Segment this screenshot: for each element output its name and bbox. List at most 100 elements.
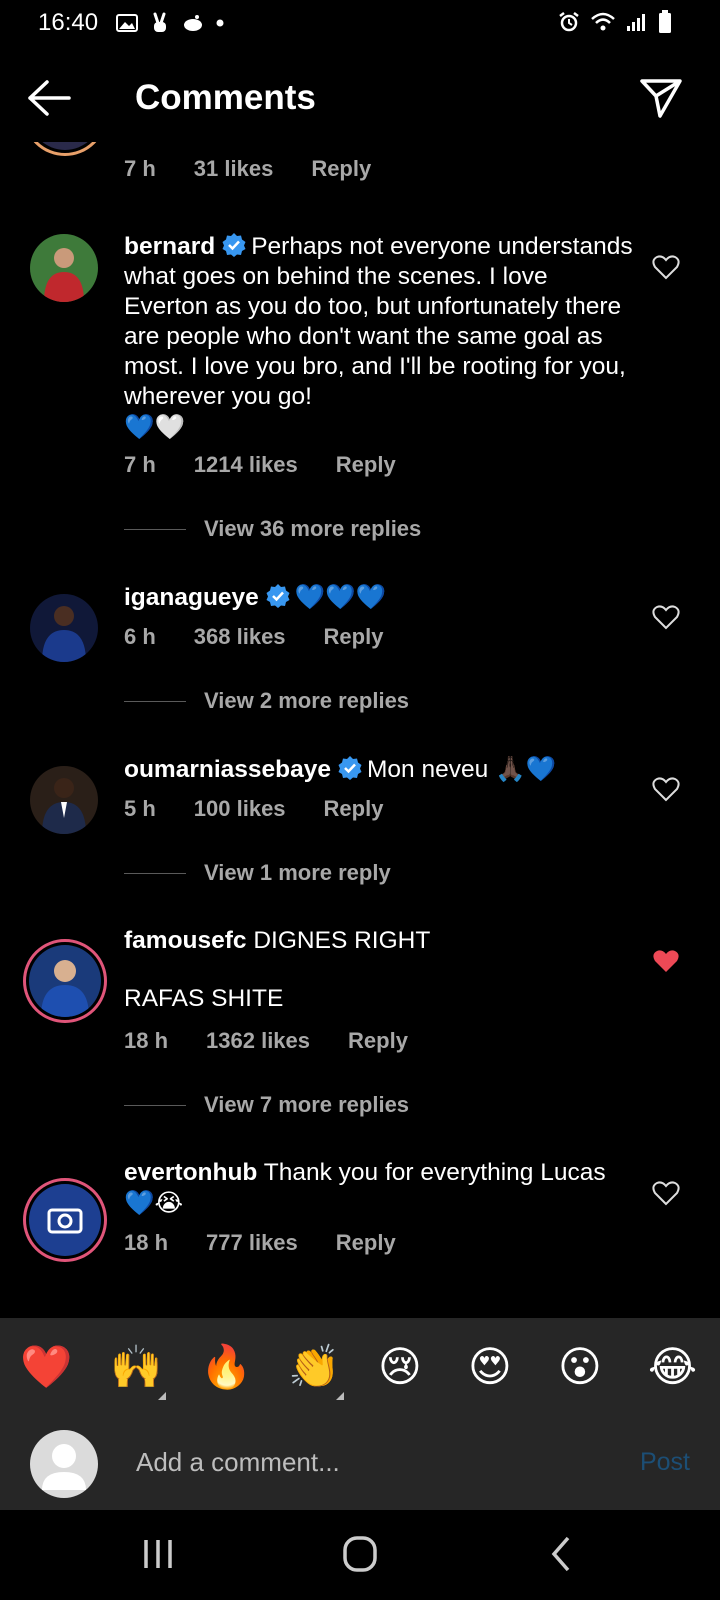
system-icons	[558, 10, 672, 34]
system-back-button[interactable]	[532, 1532, 592, 1576]
avatar-famousefc[interactable]	[23, 939, 107, 1023]
likes-count[interactable]: 1362 likes	[206, 1028, 310, 1054]
comment-body-line2: RAFAS SHITE	[124, 984, 634, 1014]
status-bar: 16:40	[0, 0, 720, 48]
avatar-oumarniassebaye[interactable]	[30, 766, 98, 834]
emoji-clap[interactable]: 👏	[288, 1342, 340, 1392]
avatar[interactable]	[23, 142, 107, 156]
profile-photo	[29, 945, 101, 1017]
likes-count[interactable]: 100 likes	[194, 796, 286, 822]
reply-button[interactable]: Reply	[348, 1028, 408, 1054]
comment-time: 6 h	[124, 624, 156, 649]
comments-list[interactable]: 7 h 31 likes Reply bernard Perhaps not ev…	[0, 142, 720, 1318]
view-more-replies[interactable]: View 2 more replies	[124, 688, 409, 714]
back-button[interactable]	[26, 78, 72, 118]
likes-count[interactable]: 368 likes	[194, 624, 286, 650]
comment-composer: Post	[0, 1418, 720, 1510]
comment-time: 7 h	[124, 156, 156, 181]
comment-body: iganagueye 💙💙💙	[124, 582, 634, 613]
comments-header: Comments	[0, 58, 720, 142]
post-button[interactable]: Post	[640, 1448, 690, 1477]
comment-meta: 6 h 368 likes Reply	[124, 624, 421, 650]
comment-emoji: 💙💙💙	[294, 582, 387, 611]
divider	[124, 1104, 186, 1106]
emoji-fire[interactable]: 🔥	[200, 1342, 252, 1392]
dot-icon	[216, 19, 224, 27]
profile-photo	[30, 234, 98, 302]
view-more-label[interactable]: View 36 more replies	[204, 516, 421, 542]
comment-time: 18 h	[124, 1230, 169, 1255]
peace-hand-icon	[153, 12, 166, 32]
comment-text: DIGNES RIGHT	[253, 927, 431, 954]
profile-photo	[30, 766, 98, 834]
view-more-label[interactable]: View 1 more reply	[204, 860, 391, 886]
comment-emoji: 🙏🏿💙	[495, 754, 557, 783]
reply-button[interactable]: Reply	[336, 1230, 396, 1256]
skin-tone-indicator	[336, 1392, 344, 1400]
comment-text: RAFAS SHITE	[124, 985, 284, 1012]
username[interactable]: evertonhub	[124, 1159, 257, 1186]
comment-body: famousefc DIGNES RIGHT	[124, 926, 634, 956]
username[interactable]: oumarniassebaye	[124, 756, 331, 783]
wifi-icon	[591, 12, 615, 31]
view-more-replies[interactable]: View 1 more reply	[124, 860, 391, 886]
comment-text: Mon neveu	[367, 756, 489, 783]
reply-button[interactable]: Reply	[324, 624, 384, 650]
emoji-heart[interactable]: ❤️	[20, 1342, 72, 1392]
emoji-laugh[interactable]: 😂	[648, 1342, 697, 1392]
likes-count[interactable]: 1214 likes	[194, 452, 298, 478]
home-icon	[343, 1536, 377, 1572]
back-arrow-icon	[28, 80, 71, 116]
likes-count[interactable]: 777 likes	[206, 1230, 298, 1256]
comment-input[interactable]	[136, 1442, 576, 1482]
liked-heart-icon[interactable]	[652, 948, 680, 974]
share-button[interactable]	[638, 76, 684, 120]
like-heart-icon[interactable]	[652, 776, 680, 802]
view-more-replies[interactable]: View 36 more replies	[124, 516, 421, 542]
paper-plane-icon	[640, 79, 682, 118]
view-more-replies[interactable]: View 7 more replies	[124, 1092, 409, 1118]
reply-button[interactable]: Reply	[336, 452, 396, 478]
gallery-icon	[116, 14, 138, 32]
default-avatar-icon	[42, 1444, 86, 1490]
verified-badge-icon	[266, 584, 290, 608]
divider	[124, 872, 186, 874]
emoji-surprised[interactable]: 😮	[558, 1342, 602, 1392]
like-heart-icon[interactable]	[652, 254, 680, 280]
recent-apps-button[interactable]	[128, 1532, 188, 1576]
emoji-heart-eyes[interactable]: 😍	[468, 1342, 512, 1392]
reply-button[interactable]: Reply	[324, 796, 384, 822]
username[interactable]: famousefc	[124, 927, 247, 954]
username[interactable]: bernard	[124, 233, 215, 260]
emoji-cry[interactable]: 😢	[378, 1342, 422, 1392]
avatar-bernard[interactable]	[30, 234, 98, 302]
profile-photo	[30, 594, 98, 662]
home-button[interactable]	[330, 1532, 390, 1576]
comment-meta: 18 h 1362 likes Reply	[124, 1028, 446, 1054]
comment-text: Thank you for everything Lucas	[263, 1159, 606, 1186]
divider	[124, 528, 186, 530]
view-more-label[interactable]: View 7 more replies	[204, 1092, 409, 1118]
avatar-evertonhub[interactable]	[23, 1178, 107, 1262]
avatar-iganagueye[interactable]	[30, 594, 98, 662]
emoji-raised-hands[interactable]: 🙌	[110, 1342, 162, 1392]
comment-body: bernard Perhaps not everyone understands …	[124, 232, 634, 443]
comment-time: 18 h	[124, 1028, 169, 1053]
like-heart-icon[interactable]	[652, 1180, 680, 1206]
battery-icon	[659, 10, 671, 33]
like-heart-icon[interactable]	[652, 604, 680, 630]
comment-body: evertonhub Thank you for everything Luca…	[124, 1158, 634, 1219]
comment-meta: 5 h 100 likes Reply	[124, 796, 421, 822]
comment-body: oumarniassebaye Mon neveu 🙏🏿💙	[124, 754, 634, 785]
view-more-label[interactable]: View 2 more replies	[204, 688, 409, 714]
username[interactable]: iganagueye	[124, 584, 259, 611]
comment-meta: 7 h 1214 likes Reply	[124, 452, 434, 478]
alarm-icon	[559, 12, 579, 32]
comment-meta: 7 h 31 likes Reply	[124, 156, 409, 182]
comment-time: 7 h	[124, 452, 156, 477]
system-nav-bar	[0, 1510, 720, 1600]
comment-time: 5 h	[124, 796, 156, 821]
likes-count[interactable]: 31 likes	[194, 156, 274, 182]
reply-button[interactable]: Reply	[311, 156, 371, 182]
my-avatar	[30, 1430, 98, 1498]
